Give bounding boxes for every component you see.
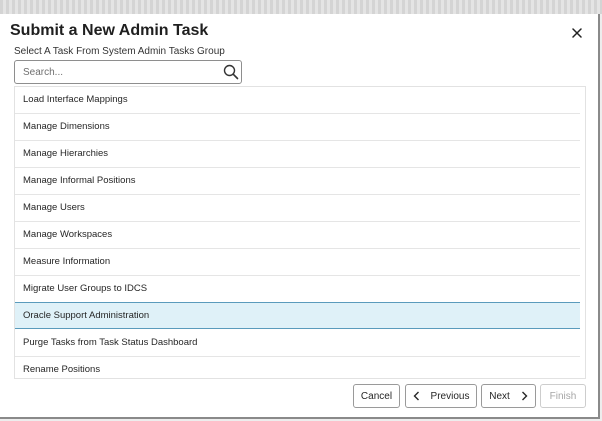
search-icon[interactable] [223,64,239,80]
list-item[interactable]: Measure Information [15,249,580,276]
cancel-label: Cancel [360,390,393,402]
list-item[interactable]: Manage Workspaces [15,222,580,249]
dialog-title: Submit a New Admin Task [10,22,209,39]
list-item[interactable]: Manage Informal Positions [15,168,580,195]
search-input[interactable] [15,61,215,83]
list-item[interactable]: Manage Dimensions [15,114,580,141]
next-label: Next [489,390,510,402]
list-item[interactable]: Manage Hierarchies [15,141,580,168]
next-button[interactable]: Next [481,384,536,408]
close-icon [572,28,582,38]
cancel-button[interactable]: Cancel [353,384,400,408]
background-strip [0,0,602,14]
previous-button[interactable]: Previous [405,384,477,408]
previous-label: Previous [430,390,470,402]
task-list: Load Interface Mappings Manage Dimension… [14,86,586,379]
admin-task-dialog: Submit a New Admin Task Select A Task Fr… [0,14,600,419]
list-item[interactable]: Purge Tasks from Task Status Dashboard [15,330,580,357]
finish-button[interactable]: Finish [540,384,586,408]
list-item[interactable]: Rename Positions [15,357,580,378]
search-box [14,60,242,84]
dialog-subtitle: Select A Task From System Admin Tasks Gr… [14,46,225,57]
list-item-selected[interactable]: Oracle Support Administration [15,302,580,329]
list-item[interactable]: Load Interface Mappings [15,87,580,114]
close-button[interactable] [566,22,588,44]
list-item[interactable]: Manage Users [15,195,580,222]
list-item[interactable]: Migrate User Groups to IDCS [15,276,580,303]
chevron-right-icon [521,391,528,401]
finish-label: Finish [549,390,577,402]
chevron-left-icon [413,391,419,401]
